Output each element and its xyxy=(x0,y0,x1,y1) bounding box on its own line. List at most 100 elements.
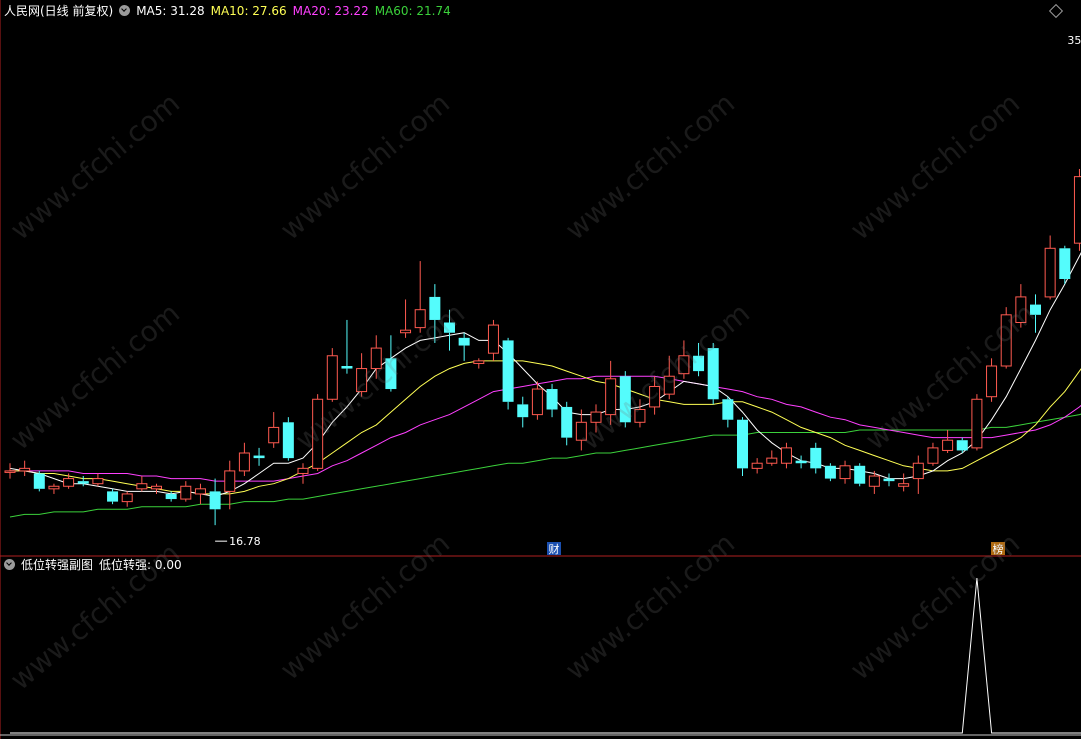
candle xyxy=(590,404,602,433)
candle xyxy=(1044,235,1056,300)
candle-body xyxy=(429,296,441,320)
candle-body xyxy=(121,493,133,503)
candle xyxy=(546,383,558,418)
candle-body xyxy=(561,406,573,438)
candle xyxy=(1073,168,1081,251)
candle-body xyxy=(473,360,485,364)
candle-body xyxy=(194,488,206,495)
candle xyxy=(224,460,236,510)
candle-body xyxy=(165,493,177,500)
candle-body xyxy=(722,399,734,420)
candle-body xyxy=(502,340,514,402)
candle-body xyxy=(1030,304,1041,315)
chart-svg[interactable]: 35.98 16.78 财 榜 xyxy=(0,0,1081,739)
candle xyxy=(824,463,836,482)
candle-body xyxy=(385,358,397,390)
candle-body xyxy=(180,485,192,500)
candle xyxy=(253,447,265,466)
candle-body xyxy=(4,470,16,473)
candle xyxy=(898,473,910,492)
candle-body xyxy=(370,347,382,370)
candle xyxy=(766,450,778,466)
candle xyxy=(107,488,119,505)
high-label: 35.98 xyxy=(1067,34,1081,47)
candle-body xyxy=(619,376,631,423)
candle-body xyxy=(546,389,558,410)
badge-bang: 榜 xyxy=(991,542,1005,556)
candle-body xyxy=(634,409,646,423)
candle xyxy=(663,355,675,400)
candle xyxy=(356,353,368,397)
candle xyxy=(92,473,104,487)
candle xyxy=(634,399,646,428)
candle xyxy=(444,309,455,351)
candle-body xyxy=(927,447,939,464)
badge-cai-text: 财 xyxy=(549,542,560,556)
candle xyxy=(883,473,895,487)
candle-body xyxy=(92,478,104,485)
candle-body xyxy=(707,348,719,400)
ma5-line xyxy=(9,252,1081,498)
candle xyxy=(751,458,763,474)
candle-body xyxy=(400,329,412,334)
candle xyxy=(238,442,250,477)
candle-body xyxy=(898,483,910,487)
candle-body xyxy=(766,457,778,464)
candle xyxy=(48,483,60,494)
candle-body xyxy=(282,422,294,459)
candle-body xyxy=(458,337,470,346)
candle xyxy=(619,371,631,428)
low-label: 16.78 xyxy=(229,535,261,548)
candle-body xyxy=(590,411,602,423)
candle xyxy=(370,335,382,379)
candle-body xyxy=(854,465,866,484)
candle xyxy=(297,463,309,484)
candle-body xyxy=(678,355,690,375)
candle-body xyxy=(356,368,368,393)
candle-body xyxy=(33,473,45,489)
candle-body xyxy=(224,470,236,492)
candle-body xyxy=(444,322,455,333)
candle xyxy=(780,442,792,469)
candle xyxy=(971,394,983,451)
candle xyxy=(502,337,514,410)
candle xyxy=(810,442,822,474)
candle xyxy=(517,396,529,428)
candle-body xyxy=(268,426,280,444)
candle xyxy=(385,335,397,392)
candle-body xyxy=(414,309,426,329)
candle xyxy=(326,348,338,402)
candle-body xyxy=(883,478,895,482)
candle-body xyxy=(1000,314,1012,367)
candle-body xyxy=(1073,176,1081,244)
candle-body xyxy=(107,491,119,502)
candle-body xyxy=(531,388,543,416)
candle-body xyxy=(209,491,221,510)
candle xyxy=(1059,245,1071,285)
candle-body xyxy=(1059,248,1071,279)
candle xyxy=(693,342,705,377)
candle-body xyxy=(605,378,617,416)
candle-body xyxy=(693,355,705,372)
candle xyxy=(678,340,690,379)
candle xyxy=(561,401,573,446)
candle xyxy=(942,429,954,453)
candle-body xyxy=(517,404,529,418)
candle-body xyxy=(663,375,675,395)
candle xyxy=(400,299,412,338)
candle-body xyxy=(824,465,836,479)
candle-body xyxy=(751,462,763,469)
candle-body xyxy=(649,385,661,408)
candle xyxy=(33,470,45,492)
candle-body xyxy=(780,447,792,464)
candle xyxy=(986,358,998,402)
candle-body xyxy=(1044,247,1056,298)
candle xyxy=(180,481,192,502)
candle-body xyxy=(868,475,880,487)
candle xyxy=(795,455,807,469)
candle-body xyxy=(487,324,499,354)
candle-body xyxy=(326,355,338,400)
candle-body xyxy=(341,366,353,369)
candle-body xyxy=(839,465,851,480)
candle xyxy=(707,342,719,405)
